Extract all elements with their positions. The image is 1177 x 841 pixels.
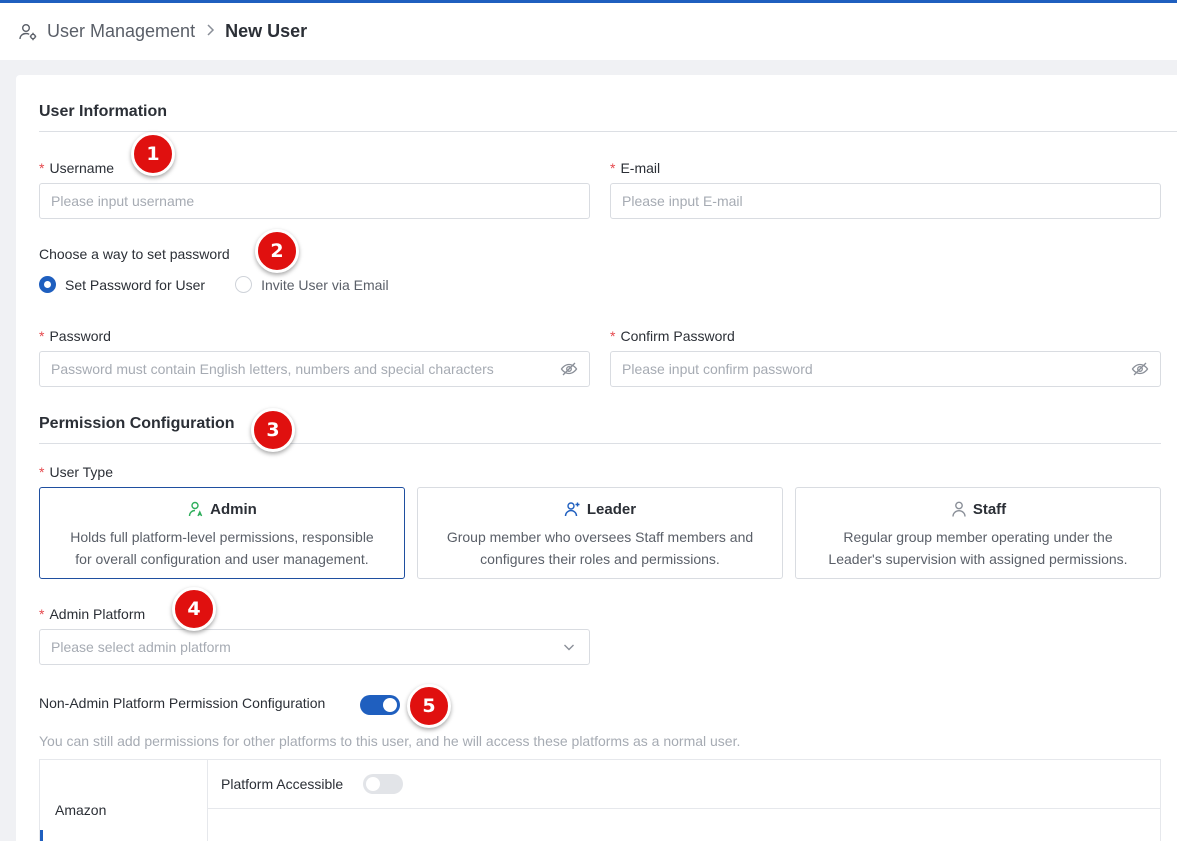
radio-label: Set Password for User [65, 276, 206, 293]
username-label: * Username [39, 160, 114, 176]
admin-platform-label-text: Admin Platform [49, 606, 146, 622]
required-mark: * [39, 160, 45, 176]
radio-label: Invite User via Email [261, 276, 389, 293]
section-title-user-information: User Information [39, 103, 168, 120]
section-title-permission-configuration: Permission Configuration [39, 415, 235, 432]
non-admin-permission-toggle[interactable] [360, 695, 400, 715]
non-admin-permission-label: Non-Admin Platform Permission Configurat… [39, 695, 326, 711]
annotation-badge: 3 [251, 408, 295, 452]
user-type-name: Admin [210, 500, 257, 518]
leader-user-icon [564, 500, 582, 518]
section-divider [39, 443, 1161, 444]
annotation-badge: 4 [172, 587, 216, 631]
email-field[interactable] [610, 183, 1161, 219]
password-method-label: Choose a way to set password [39, 246, 230, 262]
radio-indicator[interactable] [39, 276, 56, 293]
radio-invite-email[interactable]: Invite User via Email [235, 276, 389, 293]
toggle-knob [366, 777, 380, 791]
confirm-password-label: * Confirm Password [610, 328, 735, 344]
user-type-name: Leader [586, 500, 637, 518]
platform-accessible-toggle[interactable] [363, 774, 403, 794]
user-type-desc-line: Group member who oversees Staff members … [446, 529, 754, 545]
platform-list: Amazon [40, 760, 208, 841]
user-gear-icon [18, 22, 38, 42]
user-type-desc-line: Regular group member operating under the [843, 529, 1113, 545]
page-header: User Management New User [0, 3, 1177, 60]
required-mark: * [39, 606, 45, 622]
password-label-text: Password [49, 328, 111, 344]
admin-platform-input[interactable] [51, 639, 560, 655]
eye-off-icon[interactable] [1131, 360, 1149, 378]
required-mark: * [610, 328, 616, 344]
user-type-card-leader[interactable]: Leader Group member who oversees Staff m… [417, 487, 783, 579]
section-divider [39, 131, 1177, 132]
eye-off-icon[interactable] [560, 360, 578, 378]
annotation-badge: 2 [255, 229, 299, 273]
radio-set-password[interactable]: Set Password for User [39, 276, 205, 293]
user-type-name: Staff [972, 500, 1007, 518]
user-type-desc-line: Leader's supervision with assigned permi… [828, 551, 1128, 567]
platform-item-amazon[interactable]: Amazon [55, 802, 106, 818]
user-type-desc-line: configures their roles and permissions. [480, 551, 720, 567]
admin-user-icon [187, 500, 205, 518]
platform-permission-panel: Amazon Platform Accessible [39, 759, 1161, 841]
password-field[interactable] [39, 351, 590, 387]
email-input[interactable] [622, 193, 1149, 209]
user-type-label-text: User Type [49, 464, 113, 480]
platform-active-indicator [40, 830, 43, 841]
password-input[interactable] [51, 361, 560, 377]
confirm-password-field[interactable] [610, 351, 1161, 387]
toggle-knob [383, 698, 397, 712]
radio-indicator[interactable] [235, 276, 253, 293]
new-user-form: User Information *Username *E-mail Choos… [16, 75, 1177, 841]
user-type-desc-line: for overall configuration and user manag… [75, 551, 369, 567]
user-type-card-staff[interactable]: Staff Regular group member operating und… [795, 487, 1161, 579]
admin-platform-label: * Admin Platform [39, 606, 145, 622]
email-label-text: E-mail [620, 160, 661, 176]
password-method-radio-group: Set Password for User Invite User via Em… [39, 276, 419, 293]
breadcrumb-separator [205, 21, 215, 42]
admin-platform-select[interactable] [39, 629, 590, 665]
username-field[interactable] [39, 183, 590, 219]
non-admin-permission-hint: You can still add permissions for other … [39, 733, 741, 749]
user-type-desc-line: Holds full platform-level permissions, r… [70, 529, 374, 545]
user-type-label: * User Type [39, 464, 113, 480]
chevron-down-icon[interactable] [560, 638, 578, 656]
breadcrumb-current: New User [225, 21, 308, 41]
username-input[interactable] [51, 193, 578, 209]
annotation-badge: 5 [407, 684, 451, 728]
email-label: * E-mail [610, 160, 660, 176]
user-type-card-admin[interactable]: Admin Holds full platform-level permissi… [39, 487, 405, 579]
staff-user-icon [950, 500, 968, 518]
platform-accessible-label: Platform Accessible [221, 776, 344, 792]
required-mark: * [610, 160, 616, 176]
annotation-badge: 1 [131, 132, 175, 176]
confirm-password-input[interactable] [622, 361, 1131, 377]
breadcrumb-root[interactable]: User Management [47, 21, 195, 42]
username-label-text: Username [49, 160, 115, 176]
platform-settings-header: Platform Accessible [208, 760, 1160, 809]
required-mark: * [39, 328, 45, 344]
confirm-password-label-text: Confirm Password [620, 328, 735, 344]
password-label: * Password [39, 328, 111, 344]
required-mark: * [39, 464, 45, 480]
